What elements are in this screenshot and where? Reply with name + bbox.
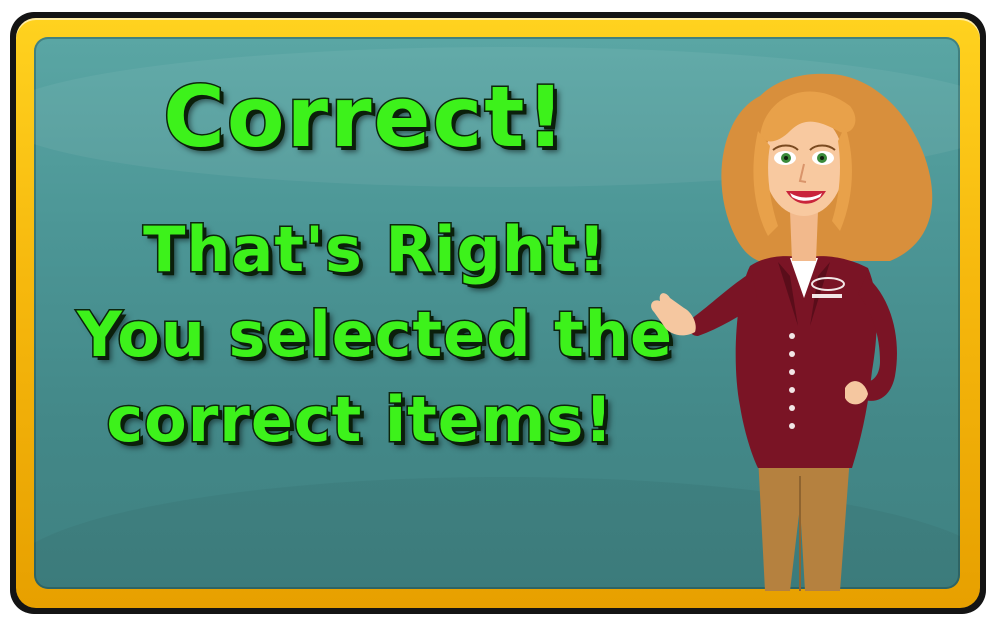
feedback-headline: Correct! bbox=[162, 68, 567, 166]
feedback-message-line-3: correct items! bbox=[105, 383, 614, 456]
feedback-message-line-2: You selected the bbox=[75, 298, 673, 371]
feedback-dialog: Correct! That's Right! You selected the … bbox=[0, 0, 996, 630]
feedback-message-line-1: That's Right! bbox=[142, 213, 608, 286]
presenter-woman-illustration bbox=[640, 36, 960, 596]
